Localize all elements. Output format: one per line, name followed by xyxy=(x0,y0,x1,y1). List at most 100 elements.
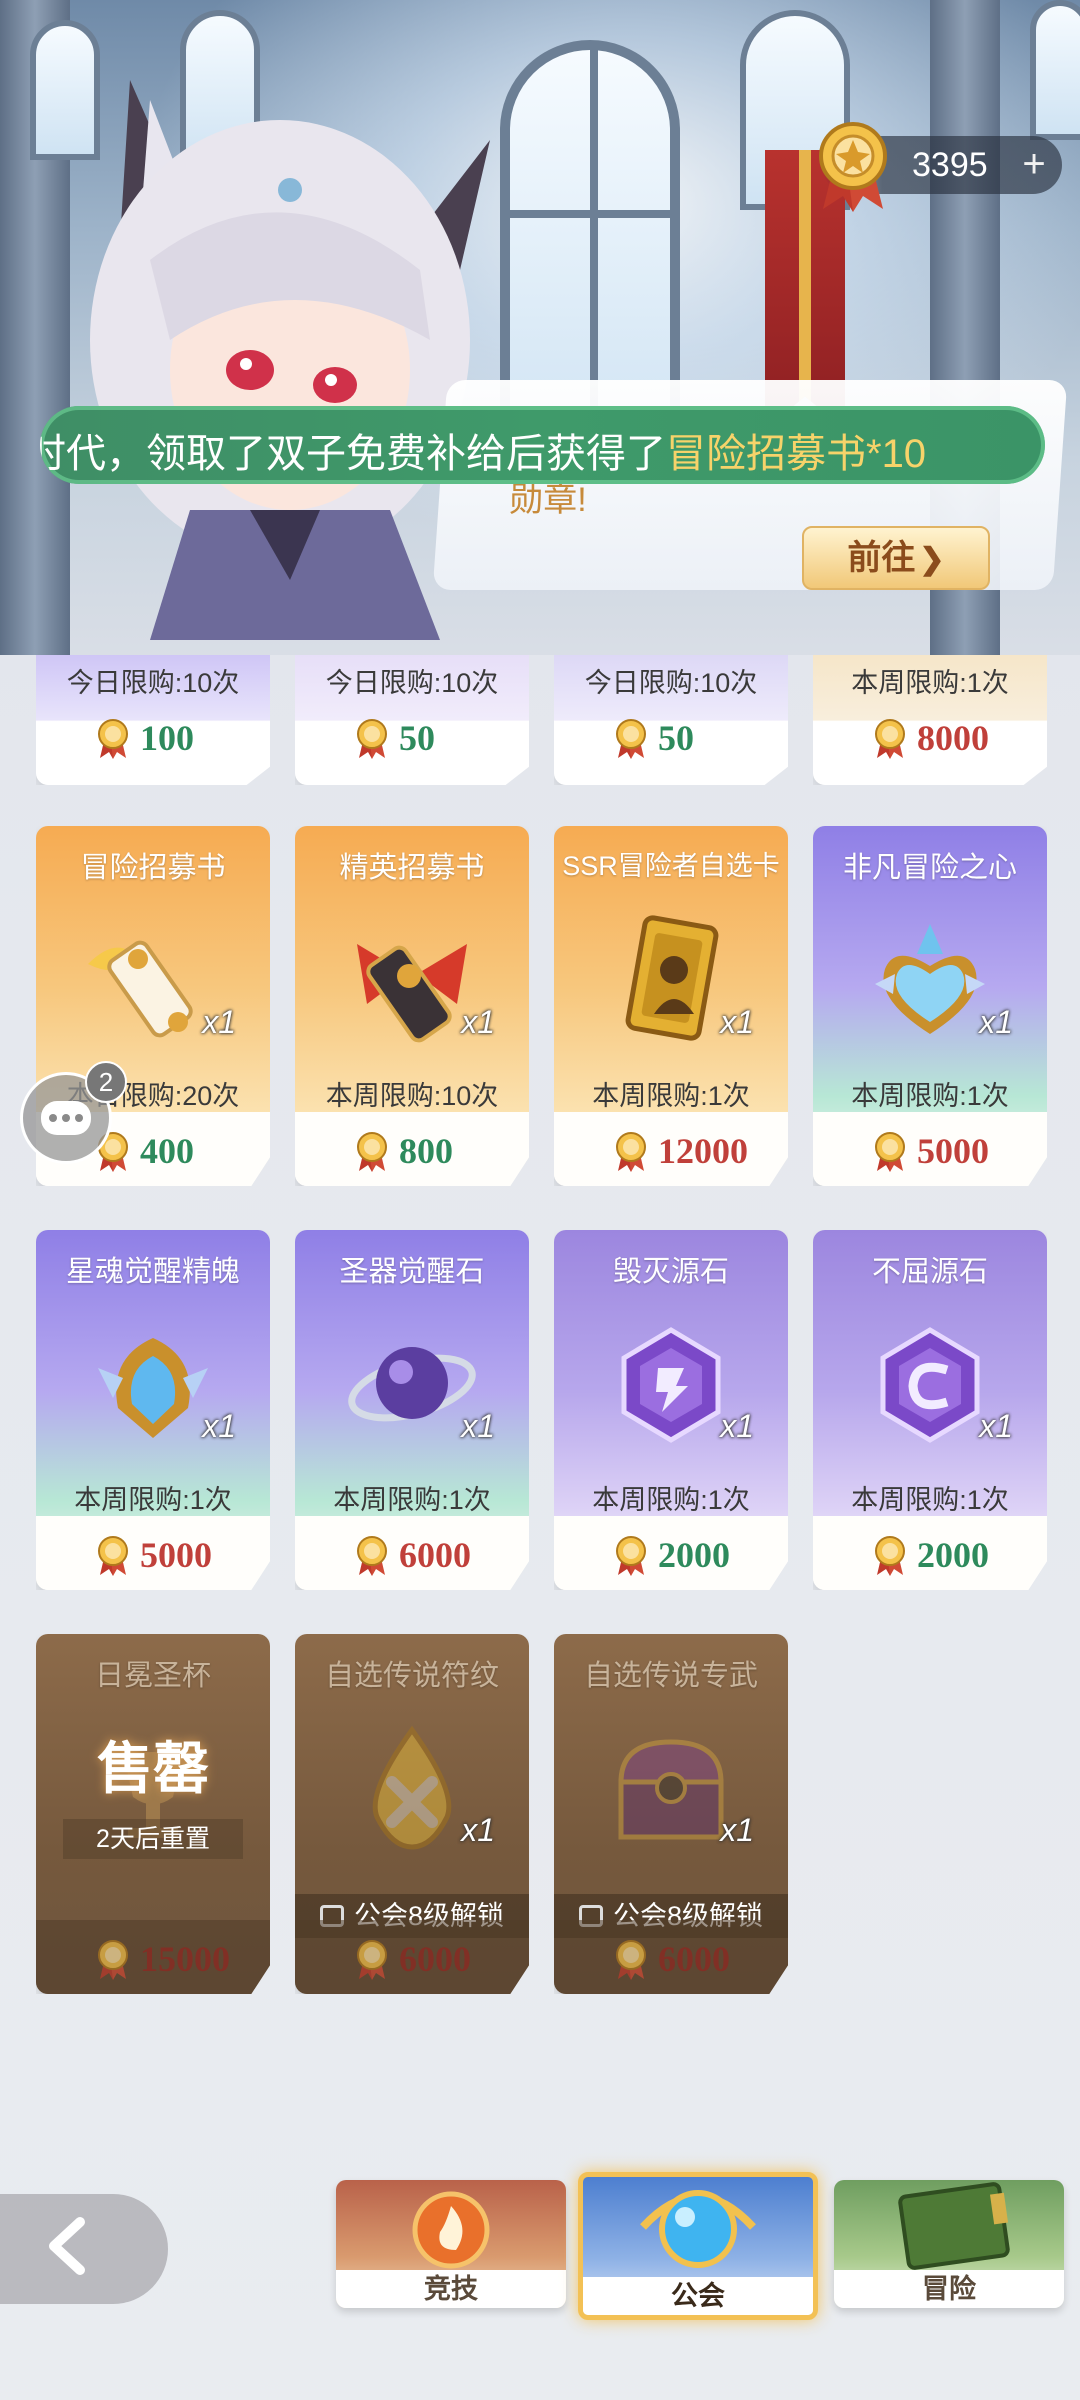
item-quantity: x1 xyxy=(461,1004,495,1040)
item-name: 自选传说符纹 xyxy=(324,1660,499,1692)
shop-item-card[interactable]: 今日限购:10次 50 xyxy=(295,655,529,785)
item-quantity: x1 xyxy=(202,1004,236,1040)
item-name: 冒险招募书 xyxy=(80,852,226,884)
reset-timer: 2天后重置 xyxy=(63,1819,243,1859)
price-tag: 6000 xyxy=(295,1920,529,1994)
price-value: 12000 xyxy=(658,1131,748,1171)
price-value: 2000 xyxy=(658,1535,730,1575)
medal-coin-icon xyxy=(357,1536,387,1576)
hero-banner: 3395 + 勋章! 前往 ❯ 时代，领取了双子免费补给后获得了冒险招募书*10 xyxy=(0,0,1080,655)
item-quantity: x1 xyxy=(461,1812,495,1848)
goto-label: 前往 xyxy=(847,539,916,577)
back-arrow-icon xyxy=(49,2217,85,2275)
purchase-limit: 今日限购:10次 xyxy=(325,668,499,698)
item-name: 日冕圣杯 xyxy=(94,1660,211,1692)
shop-item-card[interactable]: 不屈源石 x1 本周限购:1次 2000 xyxy=(813,1230,1047,1590)
item-quantity: x1 xyxy=(720,1408,754,1444)
item-quantity: x1 xyxy=(979,1408,1013,1444)
medal-coin-icon xyxy=(98,719,128,759)
window xyxy=(1030,0,1080,140)
price-value: 100 xyxy=(140,718,194,758)
medal-coin-icon xyxy=(875,1536,905,1576)
item-quantity: x1 xyxy=(720,1004,754,1040)
medal-coin-icon xyxy=(357,1940,387,1980)
shop-item-card[interactable]: 非凡冒险之心 x1 本周限购:1次 5000 xyxy=(813,826,1047,1186)
price-tag: 2000 xyxy=(813,1516,1047,1590)
item-quantity: x1 xyxy=(202,1408,236,1444)
shop-item-card[interactable]: SSR冒险者自选卡 x1 本周限购:1次 12000 xyxy=(554,826,788,1186)
price-value: 50 xyxy=(658,718,694,758)
price-value: 5000 xyxy=(140,1535,212,1575)
shop-item-card[interactable]: 本周限购:1次 8000 xyxy=(813,655,1047,785)
tab-label: 竞技 xyxy=(336,2270,566,2308)
notice-marquee: 时代，领取了双子免费补给后获得了冒险招募书*10 xyxy=(40,406,1045,484)
item-name: 精英招募书 xyxy=(339,852,485,884)
medal-coin-icon xyxy=(875,1132,905,1172)
shop-item-card[interactable]: 自选传说符纹 x1 公会8级解锁 6000 xyxy=(295,1634,529,1994)
item-quantity: x1 xyxy=(979,1004,1013,1040)
medal-coin-icon xyxy=(357,1132,387,1172)
price-value: 8000 xyxy=(917,718,989,758)
sold-out-overlay: 售罄 2天后重置 xyxy=(36,1724,270,1884)
medal-coin-icon xyxy=(616,1940,646,1980)
chat-badge: 2 xyxy=(85,1061,127,1103)
price-tag: 5000 xyxy=(813,1112,1047,1186)
shop-item-card[interactable]: 今日限购:10次 50 xyxy=(554,655,788,785)
tab-guild[interactable]: 公会 xyxy=(578,2172,818,2320)
chat-bubble-icon xyxy=(41,1101,91,1135)
shop-item-card[interactable]: 日冕圣杯 售罄 2天后重置 15000 xyxy=(36,1634,270,1994)
purchase-limit: 今日限购:10次 xyxy=(66,668,240,698)
price-value: 6000 xyxy=(399,1535,471,1575)
shop-item-card[interactable]: 精英招募书 x1 本周限购:10次 800 xyxy=(295,826,529,1186)
tab-label: 公会 xyxy=(583,2277,813,2315)
price-tag: 6000 xyxy=(295,1516,529,1590)
flame-emblem-icon xyxy=(412,2191,490,2269)
notice-prefix: 时代，领取了双子免费补给后获得了 xyxy=(40,432,666,476)
shop-item-card[interactable]: 今日限购:10次 100 xyxy=(36,655,270,785)
goto-button[interactable]: 前往 ❯ xyxy=(802,526,990,590)
purchase-limit: 今日限购:10次 xyxy=(584,668,758,698)
medal-coin-icon xyxy=(98,1940,128,1980)
item-name: 非凡冒险之心 xyxy=(842,852,1017,884)
medal-coin-icon xyxy=(819,122,887,212)
price-value: 5000 xyxy=(917,1131,989,1171)
price-tag: 6000 xyxy=(554,1920,788,1994)
plus-icon[interactable]: + xyxy=(1012,142,1056,186)
price-value: 6000 xyxy=(658,1939,730,1979)
currency-display: 3395 + xyxy=(819,122,1062,212)
price-tag: 5000 xyxy=(36,1516,270,1590)
notice-text: 时代，领取了双子免费补给后获得了冒险招募书*10 xyxy=(40,421,926,479)
price-value: 15000 xyxy=(140,1939,230,1979)
medal-coin-icon xyxy=(616,1132,646,1172)
back-button[interactable] xyxy=(0,2194,168,2304)
sold-out-label: 售罄 xyxy=(97,1739,209,1801)
medal-coin-icon xyxy=(616,1536,646,1576)
item-quantity: x1 xyxy=(461,1408,495,1444)
shop-item-card[interactable]: 自选传说专武 x1 公会8级解锁 6000 xyxy=(554,1634,788,1994)
chat-button[interactable]: 2 xyxy=(20,1061,127,1164)
price-value: 800 xyxy=(399,1131,453,1171)
medal-coin-icon xyxy=(875,719,905,759)
shop-item-card[interactable]: 星魂觉醒精魄 x1 本周限购:1次 5000 xyxy=(36,1230,270,1590)
item-name: 毁灭源石 xyxy=(612,1256,729,1288)
notice-highlight: 冒险招募书*10 xyxy=(666,432,927,476)
price-value: 6000 xyxy=(399,1939,471,1979)
tab-adventure[interactable]: 冒险 xyxy=(834,2180,1064,2308)
shop-item-card[interactable]: 毁灭源石 x1 本周限购:1次 2000 xyxy=(554,1230,788,1590)
item-name: 自选传说专武 xyxy=(583,1660,758,1692)
item-name: 圣器觉醒石 xyxy=(339,1256,485,1288)
tab-arena[interactable]: 竞技 xyxy=(336,2180,566,2308)
currency-amount: 3395 xyxy=(912,146,988,184)
price-value: 50 xyxy=(399,718,435,758)
shop-item-card[interactable]: 圣器觉醒石 x1 本周限购:1次 6000 xyxy=(295,1230,529,1590)
medal-coin-icon xyxy=(616,719,646,759)
blue-orb-icon xyxy=(640,2190,756,2268)
book-icon xyxy=(898,2182,1010,2270)
item-name: 星魂觉醒精魄 xyxy=(65,1256,240,1288)
item-name: 不屈源石 xyxy=(871,1256,988,1288)
chevron-right-icon: ❯ xyxy=(919,543,945,576)
character-portrait xyxy=(90,80,490,640)
price-tag: 800 xyxy=(295,1112,529,1186)
medal-coin-icon xyxy=(357,719,387,759)
medal-coin-icon xyxy=(98,1536,128,1576)
